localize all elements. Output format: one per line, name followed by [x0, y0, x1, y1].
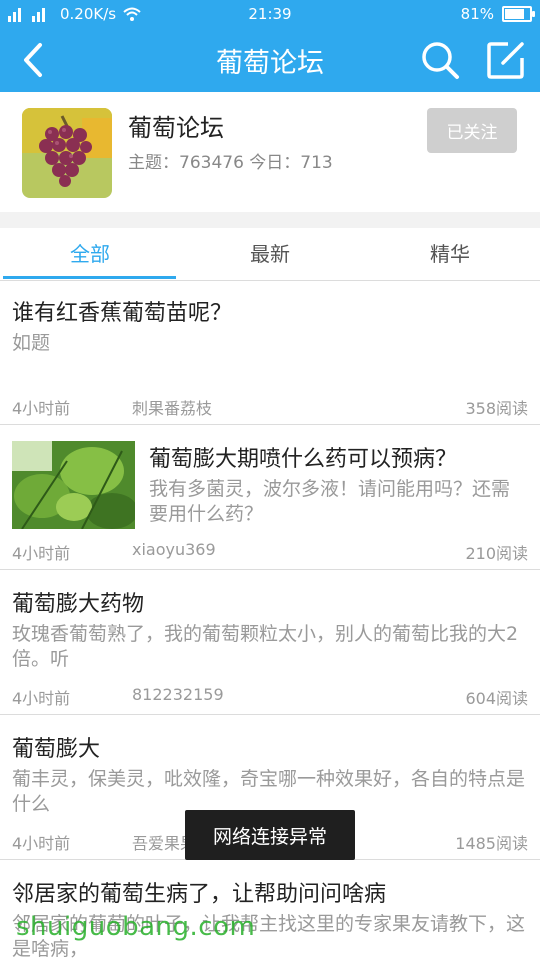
nav-row: 葡萄论坛: [0, 28, 540, 92]
compose-button[interactable]: [486, 40, 526, 80]
post-title: 葡萄膨大药物: [12, 592, 145, 617]
status-bar: 0.20K/s 21:39 81%: [0, 0, 540, 28]
follow-button[interactable]: 已关注: [427, 108, 517, 153]
post-title: 葡萄膨大期喷什么药可以预病？: [149, 447, 458, 472]
post-time: 4小时前: [12, 834, 71, 853]
battery-icon: [502, 6, 535, 22]
tab-bar: 全部 最新 精华: [0, 228, 540, 281]
forum-name: 葡萄论坛: [128, 114, 224, 142]
post-item[interactable]: 葡萄膨大药物 玫瑰香葡萄熟了，我的葡萄颗粒太小，别人的葡萄比我的大2倍。听 4小…: [0, 570, 540, 715]
forum-thumbnail: [22, 108, 112, 198]
battery-percent: 81%: [460, 5, 494, 23]
tab-all[interactable]: 全部: [0, 228, 180, 280]
grape-image: [22, 108, 112, 198]
post-excerpt: 如题: [12, 332, 51, 354]
post-title: 邻居家的葡萄生病了，让帮助问问啥病: [12, 882, 387, 907]
post-author: xiaoyu369: [132, 540, 216, 559]
grape-leaves-image: [12, 441, 135, 529]
forum-header: 葡萄论坛 主题：763476 今日：713 已关注: [0, 92, 540, 212]
post-item[interactable]: 谁有红香蕉葡萄苗呢？ 如题 4小时前 刺果番荔枝 358阅读: [0, 281, 540, 425]
post-thumbnail: [12, 441, 135, 529]
post-read-count: 1485阅读: [455, 834, 528, 853]
status-right: 81%: [460, 5, 535, 23]
post-author: 812232159: [132, 685, 224, 704]
post-time: 4小时前: [12, 399, 71, 418]
search-icon: [422, 42, 459, 79]
post-excerpt: 我有多菌灵，波尔多液！请问能用吗？还需要用什么药？: [149, 478, 511, 525]
section-divider: [0, 212, 540, 228]
post-excerpt: 玫瑰香葡萄熟了，我的葡萄颗粒太小，别人的葡萄比我的大2倍。听: [12, 623, 519, 670]
post-title: 葡萄膨大: [12, 737, 101, 762]
post-read-count: 358阅读: [465, 399, 528, 418]
post-read-count: 604阅读: [465, 689, 528, 708]
network-error-toast: 网络连接异常: [185, 810, 355, 860]
post-title: 谁有红香蕉葡萄苗呢？: [12, 301, 233, 326]
top-bar: 0.20K/s 21:39 81% 葡萄论坛: [0, 0, 540, 92]
post-item[interactable]: 邻居家的葡萄生病了，让帮助问问啥病 邻居家的葡萄的叶子，让我帮主找这里的专家果友…: [0, 860, 540, 960]
post-time: 4小时前: [12, 544, 71, 563]
watermark: shuiguobang.com: [16, 912, 256, 942]
forum-stats: 主题：763476 今日：713: [128, 153, 333, 173]
post-time: 4小时前: [12, 689, 71, 708]
status-time: 21:39: [248, 5, 292, 23]
tab-featured[interactable]: 精华: [360, 228, 540, 280]
post-item[interactable]: 葡萄膨大期喷什么药可以预病？ 我有多菌灵，波尔多液！请问能用吗？还需要用什么药？…: [0, 425, 540, 570]
search-button[interactable]: [420, 40, 460, 80]
tab-latest[interactable]: 最新: [180, 228, 360, 280]
edit-icon: [487, 42, 524, 79]
post-author: 刺果番荔枝: [132, 399, 213, 418]
active-tab-indicator: [3, 276, 176, 279]
post-read-count: 210阅读: [465, 544, 528, 563]
